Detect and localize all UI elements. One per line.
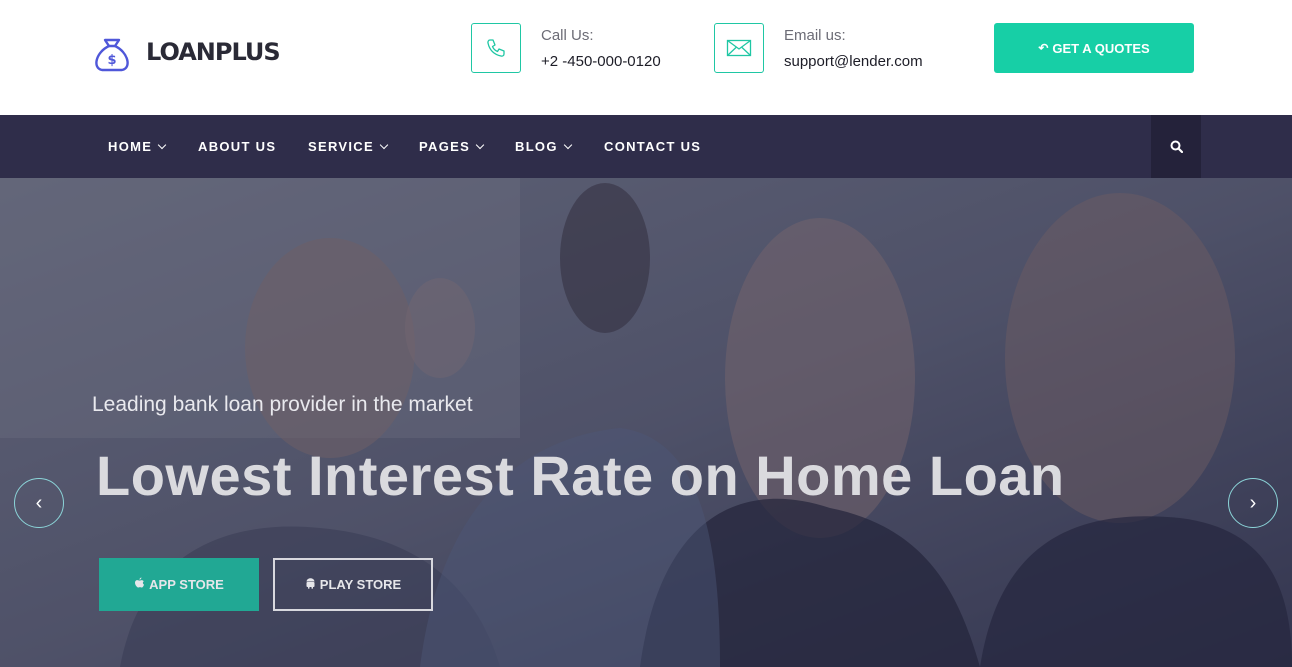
hero-title: Lowest Interest Rate on Home Loan: [96, 444, 1065, 507]
email-label: Email us:: [784, 27, 846, 44]
nav-item-label: PAGES: [419, 139, 471, 154]
nav-item-label: HOME: [108, 139, 153, 154]
slider-prev-button[interactable]: ‹: [14, 478, 64, 528]
app-store-button[interactable]: APP STORE: [99, 558, 259, 611]
email-address[interactable]: support@lender.com: [784, 52, 923, 72]
android-icon: [305, 577, 316, 592]
nav-item-label: SERVICE: [308, 139, 374, 154]
nav-item-label: CONTACT US: [604, 139, 702, 154]
chevron-right-icon: ›: [1249, 491, 1257, 514]
call-contact: Call Us: +2 -450-000-0120: [471, 23, 661, 73]
nav-item-home[interactable]: HOME: [108, 115, 167, 178]
search-button[interactable]: [1151, 115, 1201, 178]
envelope-icon: [726, 39, 752, 57]
slider-next-button[interactable]: ›: [1228, 478, 1278, 528]
chevron-down-icon: [157, 140, 167, 149]
nav-item-contact-us[interactable]: CONTACT US: [604, 115, 701, 178]
main-nav: HOME ABOUT US SERVICE PAGES BLOG CONTACT…: [0, 115, 1292, 178]
call-label: Call Us:: [541, 27, 594, 44]
play-store-button[interactable]: PLAY STORE: [273, 558, 433, 611]
nav-item-pages[interactable]: PAGES: [419, 115, 485, 178]
phone-icon: [487, 39, 505, 57]
app-store-label: APP STORE: [149, 577, 224, 592]
play-store-label: PLAY STORE: [319, 577, 402, 592]
chevron-down-icon: [475, 140, 485, 149]
chevron-down-icon: [563, 140, 573, 149]
chevron-down-icon: [379, 140, 389, 149]
nav-item-label: ABOUT US: [198, 139, 277, 154]
email-contact: Email us: support@lender.com: [714, 23, 923, 73]
hero-subtitle: Leading bank loan provider in the market: [92, 393, 473, 416]
money-bag-icon: $: [95, 38, 129, 72]
hero-slider: Leading bank loan provider in the market…: [0, 178, 1292, 667]
nav-item-blog[interactable]: BLOG: [515, 115, 573, 178]
chevron-left-icon: ‹: [35, 491, 43, 514]
get-quotes-button[interactable]: ↶ GET A QUOTES: [994, 23, 1194, 73]
top-header: $ LOANPLUS Call Us: +2 -450-000-0120 Ema…: [0, 0, 1292, 115]
search-icon: [1170, 140, 1183, 153]
brand-logo[interactable]: $ LOANPLUS: [90, 30, 281, 74]
phone-icon-box: [471, 23, 521, 73]
phone-number[interactable]: +2 -450-000-0120: [541, 52, 661, 72]
svg-text:$: $: [107, 53, 116, 68]
brand-name: LOANPLUS: [146, 38, 281, 66]
envelope-icon-box: [714, 23, 764, 73]
reply-icon: ↶: [1038, 41, 1049, 55]
get-quotes-label: GET A QUOTES: [1052, 40, 1150, 56]
nav-item-about-us[interactable]: ABOUT US: [198, 115, 276, 178]
apple-icon: [134, 577, 145, 592]
nav-item-label: BLOG: [515, 139, 558, 154]
nav-item-service[interactable]: SERVICE: [308, 115, 389, 178]
